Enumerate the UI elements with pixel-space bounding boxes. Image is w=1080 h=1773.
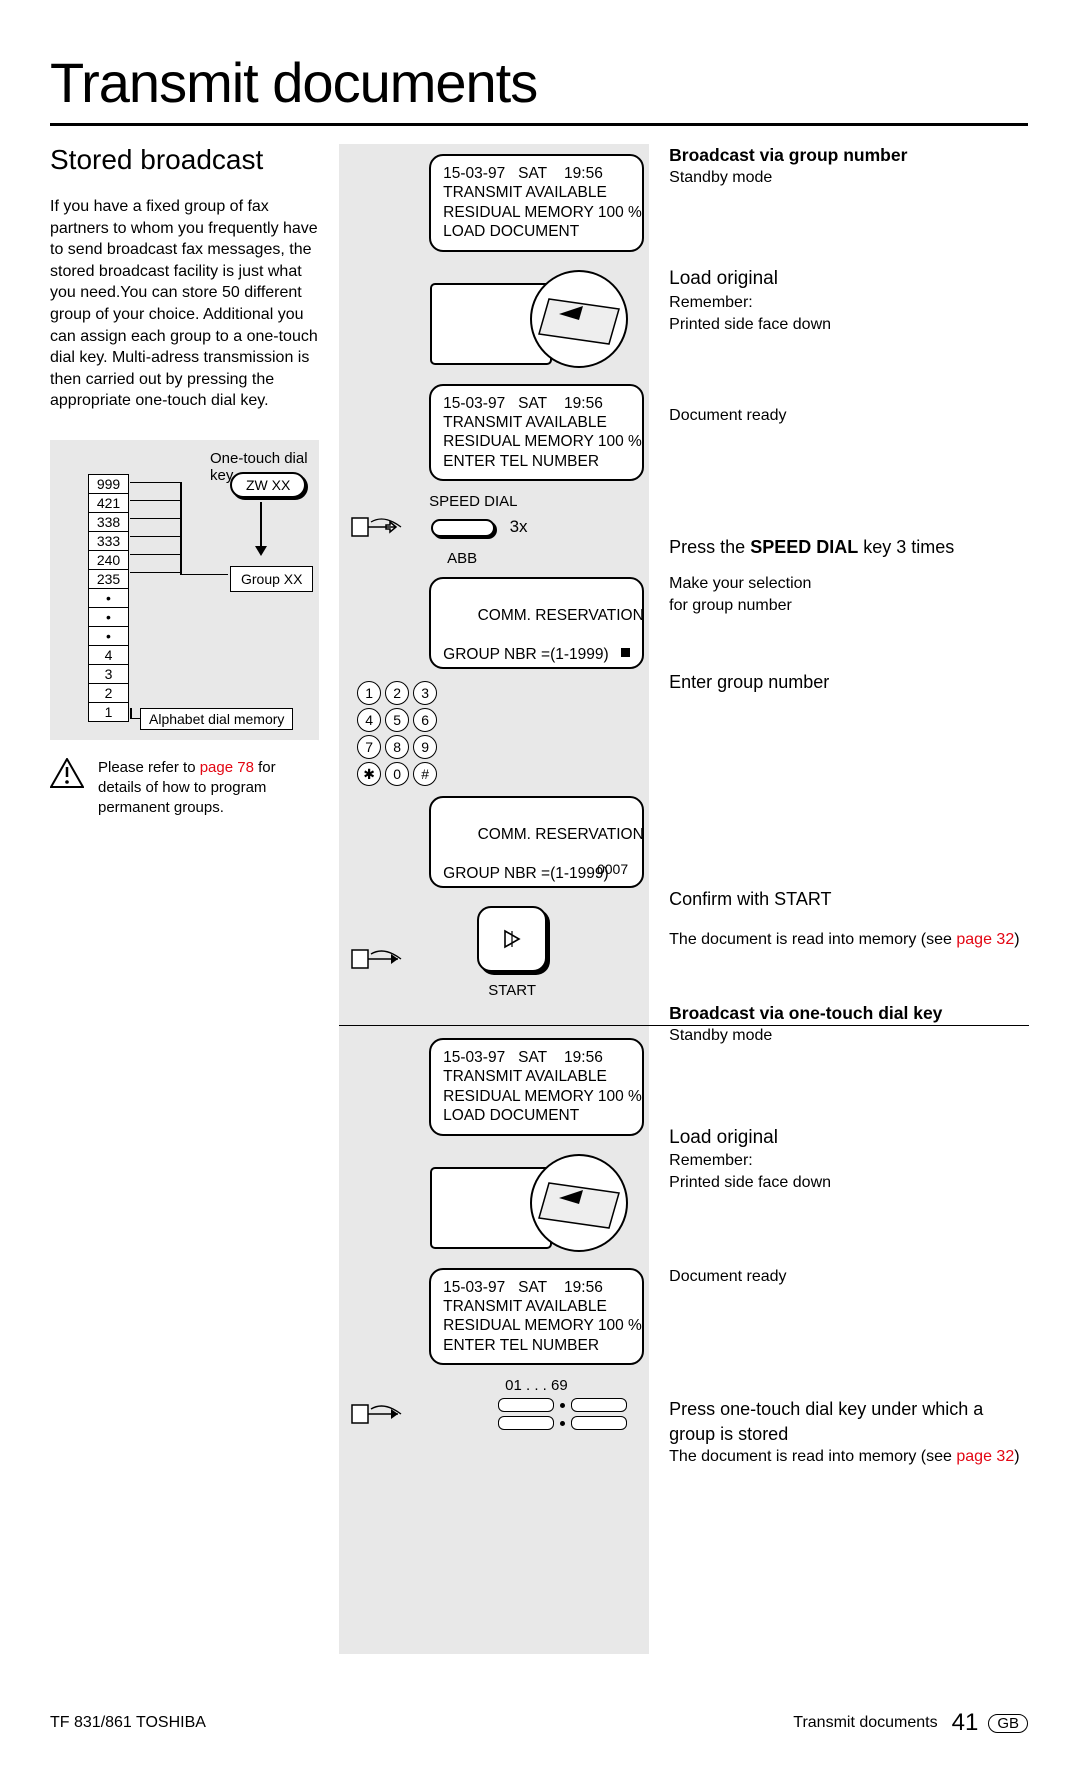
step-heading: Press one-touch dial key under which a g… bbox=[669, 1397, 1028, 1446]
step-text: Remember: Printed side face down bbox=[669, 292, 1028, 335]
start-label: START bbox=[477, 982, 547, 999]
footer-model: TF 831/861 TOSHIBA bbox=[50, 1714, 206, 1732]
step-heading: Broadcast via group number bbox=[669, 144, 1028, 167]
speed-dial-button[interactable] bbox=[431, 519, 495, 537]
step-heading: Load original bbox=[669, 266, 1028, 292]
one-touch-dial-keys[interactable] bbox=[487, 1398, 637, 1430]
start-button[interactable] bbox=[477, 906, 547, 972]
page-title: Transmit documents bbox=[50, 50, 1028, 115]
pointing-hand-icon bbox=[351, 512, 407, 542]
step-text: Standby mode bbox=[669, 1025, 1028, 1047]
lcd-display-6: 15-03-97 SAT 19:56 TRANSMIT AVAILABLE RE… bbox=[429, 1268, 644, 1366]
page-footer: TF 831/861 TOSHIBA Transmit documents 41… bbox=[50, 1709, 1028, 1737]
step-text: Standby mode bbox=[669, 167, 1028, 189]
step-text: The document is read into memory (see pa… bbox=[669, 929, 1028, 951]
warning-text: Please refer to page 78 for details of h… bbox=[98, 758, 319, 819]
step-text: Document ready bbox=[669, 1266, 1028, 1288]
arrow-down-icon bbox=[260, 502, 262, 554]
load-document-illustration bbox=[429, 1148, 644, 1258]
footer-section: Transmit documents bbox=[793, 1714, 937, 1732]
step-heading: Press the SPEED DIAL key 3 times bbox=[669, 535, 1028, 559]
page-ref-link[interactable]: page 32 bbox=[956, 931, 1014, 948]
title-rule bbox=[50, 123, 1028, 126]
warning-icon bbox=[50, 758, 84, 788]
one-touch-range: 01 . . . 69 bbox=[505, 1377, 637, 1394]
step-text: Remember: Printed side face down bbox=[669, 1150, 1028, 1193]
step-heading: Load original bbox=[669, 1125, 1028, 1151]
intro-text: If you have a fixed group of fax partner… bbox=[50, 196, 319, 412]
page-number: 41 bbox=[952, 1709, 979, 1737]
section-heading: Stored broadcast bbox=[50, 144, 319, 176]
lcd-display-4: COMM. RESERVATION GROUP NBR =(1-1999) 00… bbox=[429, 796, 644, 888]
dial-memory-table: 999 421 338 333 240 235 • • • 4 3 2 1 bbox=[88, 474, 129, 722]
lcd-display-2: 15-03-97 SAT 19:56 TRANSMIT AVAILABLE RE… bbox=[429, 384, 644, 482]
step-text: The document is read into memory (see pa… bbox=[669, 1446, 1028, 1468]
region-badge: GB bbox=[988, 1714, 1028, 1733]
entered-value: 0007 bbox=[597, 861, 628, 879]
group-box: Group XX bbox=[230, 566, 313, 592]
numeric-keypad[interactable]: 123 456 789 ✱0# bbox=[357, 681, 637, 786]
page-ref-link[interactable]: page 78 bbox=[200, 759, 254, 776]
step-text: Document ready bbox=[669, 405, 1028, 427]
pointing-hand-icon bbox=[351, 1399, 407, 1429]
zw-pill: ZW XX bbox=[230, 472, 306, 498]
lcd-display-1: 15-03-97 SAT 19:56 TRANSMIT AVAILABLE RE… bbox=[429, 154, 644, 252]
page-ref-link[interactable]: page 32 bbox=[956, 1448, 1014, 1465]
lcd-display-5: 15-03-97 SAT 19:56 TRANSMIT AVAILABLE RE… bbox=[429, 1038, 644, 1136]
step-heading: Broadcast via one-touch dial key bbox=[669, 1002, 1028, 1025]
pointing-hand-icon bbox=[351, 944, 407, 974]
step-text: Make your selection for group number bbox=[669, 573, 1028, 616]
alphabet-memory-label: Alphabet dial memory bbox=[140, 708, 293, 730]
lcd-display-3: COMM. RESERVATION GROUP NBR =(1-1999) bbox=[429, 577, 644, 669]
speed-dial-label: SPEED DIAL bbox=[429, 493, 637, 510]
step-heading: Enter group number bbox=[669, 670, 1028, 694]
step-heading: Confirm with START bbox=[669, 887, 1028, 911]
cursor-icon bbox=[621, 648, 630, 657]
group-diagram: One-touch dial key 999 421 338 333 240 2… bbox=[50, 440, 319, 740]
press-count: 3x bbox=[510, 517, 528, 536]
load-document-illustration bbox=[429, 264, 644, 374]
abb-label: ABB bbox=[447, 550, 637, 567]
